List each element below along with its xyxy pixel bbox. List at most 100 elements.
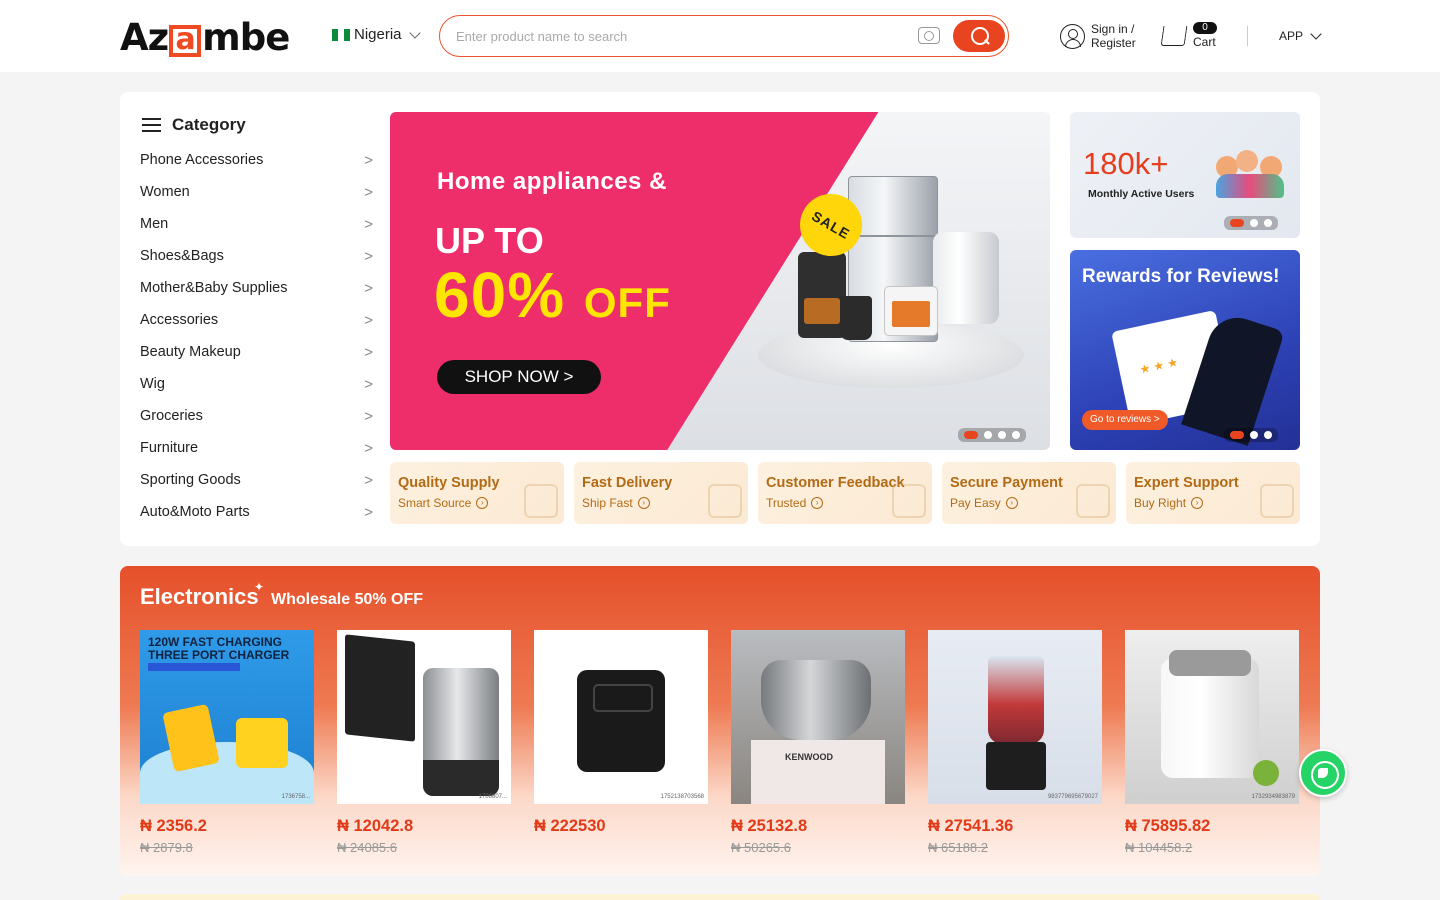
chevron-right-icon: > bbox=[364, 151, 373, 169]
product-card[interactable]: 1706807... ₦ 12042.8 ₦ 24085.6 bbox=[337, 630, 511, 855]
electronics-section: Electronics ✦ Wholesale 50% OFF View all… bbox=[120, 566, 1320, 876]
shop-now-button[interactable]: SHOP NOW > bbox=[437, 360, 601, 394]
users-group-icon bbox=[1216, 150, 1286, 200]
carousel-dot-active[interactable] bbox=[1230, 431, 1244, 439]
chevron-right-icon: > bbox=[364, 503, 373, 521]
product-price: ₦ 2356.2 bbox=[140, 817, 207, 835]
feature-strip: Quality Supply Smart Source › Fast Delive… bbox=[390, 462, 1300, 524]
product-image[interactable]: 1706807... bbox=[337, 630, 511, 804]
category-item[interactable]: Auto&Moto Parts > bbox=[140, 496, 373, 528]
user-icon bbox=[1060, 23, 1085, 49]
whatsapp-icon[interactable] bbox=[1299, 749, 1347, 797]
view-all-link[interactable]: View all > bbox=[1244, 594, 1300, 609]
carousel-dot[interactable] bbox=[1012, 431, 1020, 439]
category-item[interactable]: Shoes&Bags > bbox=[140, 240, 373, 272]
category-header: Category bbox=[142, 115, 246, 135]
product-image[interactable] bbox=[731, 630, 905, 804]
feature-customer-feedback[interactable]: Customer Feedback Trusted › bbox=[758, 462, 932, 524]
product-price: ₦ 75895.82 bbox=[1125, 817, 1211, 835]
logo[interactable]: Az a mbe bbox=[120, 16, 290, 59]
category-item[interactable]: Beauty Makeup > bbox=[140, 336, 373, 368]
active-users-value: 180k+ bbox=[1083, 146, 1169, 181]
carousel-dot[interactable] bbox=[1264, 219, 1272, 227]
sign-in-link[interactable]: Sign in / Register bbox=[1060, 22, 1141, 50]
product-image-title: 120W FAST CHARGING THREE PORT CHARGER bbox=[148, 635, 290, 662]
header-divider bbox=[1247, 26, 1248, 46]
truck-icon bbox=[708, 484, 742, 518]
app-download-menu[interactable]: APP bbox=[1279, 28, 1322, 43]
product-card[interactable]: 983779695679027 ₦ 27541.36 ₦ 65188.2 bbox=[928, 630, 1102, 855]
carousel-dot[interactable] bbox=[1250, 431, 1258, 439]
product-image[interactable]: 983779695679027 bbox=[928, 630, 1102, 804]
section-title: Electronics bbox=[140, 584, 259, 609]
category-item[interactable]: Groceries > bbox=[140, 400, 373, 432]
chevron-down-icon bbox=[1310, 28, 1322, 40]
feature-expert-support[interactable]: Expert Support Buy Right › bbox=[1126, 462, 1300, 524]
rewards-title: Rewards for Reviews! bbox=[1082, 266, 1280, 287]
sparkle-icon: ✦ bbox=[254, 580, 265, 594]
chevron-right-icon: > bbox=[364, 439, 373, 457]
country-selector[interactable]: Nigeria bbox=[332, 26, 421, 43]
country-label: Nigeria bbox=[354, 26, 402, 43]
product-card[interactable]: 1732934983879 ₦ 75895.82 ₦ 104458.2 bbox=[1125, 630, 1299, 855]
product-card[interactable]: 120W FAST CHARGING THREE PORT CHARGER 17… bbox=[140, 630, 314, 855]
nigeria-flag-icon bbox=[332, 28, 350, 41]
carousel-dot[interactable] bbox=[998, 431, 1006, 439]
category-item[interactable]: Mother&Baby Supplies > bbox=[140, 272, 373, 304]
carousel-dot[interactable] bbox=[1250, 219, 1258, 227]
chevron-right-icon: > bbox=[364, 183, 373, 201]
star-icon bbox=[892, 484, 926, 518]
hero-section: Category Phone Accessories > Women > Men > … bbox=[120, 92, 1320, 546]
camera-icon[interactable] bbox=[918, 27, 940, 44]
reviews-carousel-dots[interactable] bbox=[1224, 428, 1278, 442]
chevron-right-circle-icon: › bbox=[811, 497, 824, 509]
feature-secure-payment[interactable]: Secure Payment Pay Easy › bbox=[942, 462, 1116, 524]
chevron-down-icon bbox=[408, 26, 421, 39]
search-button[interactable] bbox=[953, 20, 1005, 52]
shield-check-icon bbox=[1076, 484, 1110, 518]
product-card[interactable]: ₦ 25132.8 ₦ 50265.6 bbox=[731, 630, 905, 855]
category-item[interactable]: Accessories > bbox=[140, 304, 373, 336]
chevron-right-icon: > bbox=[364, 407, 373, 425]
carousel-dot[interactable] bbox=[1264, 431, 1272, 439]
banner-discount: 60% OFF bbox=[434, 258, 671, 332]
site-header: Azambe Nigeria Sign in / Register 0 Cart… bbox=[0, 0, 1440, 72]
feature-quality-supply[interactable]: Quality Supply Smart Source › bbox=[390, 462, 564, 524]
banner-off: OFF bbox=[583, 279, 671, 326]
chevron-right-circle-icon: › bbox=[1005, 497, 1018, 509]
promo-banner[interactable]: SALE Home appliances & UP TO 60% OFF SHO… bbox=[390, 112, 1050, 450]
banner-headline: Home appliances & bbox=[437, 168, 667, 195]
feature-fast-delivery[interactable]: Fast Delivery Ship Fast › bbox=[574, 462, 748, 524]
category-item[interactable]: Women > bbox=[140, 176, 373, 208]
stat-carousel-dots[interactable] bbox=[1224, 216, 1278, 230]
category-item[interactable]: Phone Accessories > bbox=[140, 144, 373, 176]
category-item[interactable]: Furniture > bbox=[140, 432, 373, 464]
product-old-price: ₦ 2879.8 bbox=[140, 840, 193, 855]
product-price: ₦ 27541.36 bbox=[928, 817, 1014, 835]
cart-link[interactable]: 0 Cart bbox=[1160, 22, 1217, 49]
category-heading: Category bbox=[172, 115, 246, 134]
go-to-reviews-button[interactable]: Go to reviews > bbox=[1082, 410, 1168, 430]
active-users-card[interactable]: 180k+ Monthly Active Users bbox=[1070, 112, 1300, 238]
chevron-right-circle-icon: › bbox=[637, 497, 650, 509]
category-list: Phone Accessories > Women > Men > Shoes&Bag… bbox=[140, 144, 373, 528]
product-card[interactable]: 1752138703568 ₦ 222530 bbox=[534, 630, 708, 855]
rewards-for-reviews-card[interactable]: Rewards for Reviews! Go to reviews > bbox=[1070, 250, 1300, 450]
product-image[interactable]: 1752138703568 bbox=[534, 630, 708, 804]
banner-carousel-dots[interactable] bbox=[958, 428, 1026, 442]
category-item[interactable]: Wig > bbox=[140, 368, 373, 400]
product-list: 120W FAST CHARGING THREE PORT CHARGER 17… bbox=[140, 630, 1299, 855]
product-image[interactable]: 1732934983879 bbox=[1125, 630, 1299, 804]
carousel-dot-active[interactable] bbox=[964, 431, 978, 439]
carousel-dot[interactable] bbox=[984, 431, 992, 439]
chevron-right-icon: > bbox=[364, 215, 373, 233]
category-item[interactable]: Sporting Goods > bbox=[140, 464, 373, 496]
chevron-right-icon: > bbox=[364, 471, 373, 489]
product-image[interactable]: 120W FAST CHARGING THREE PORT CHARGER 17… bbox=[140, 630, 314, 804]
product-price: ₦ 222530 bbox=[534, 817, 606, 835]
search-input[interactable] bbox=[456, 26, 896, 46]
category-item[interactable]: Men > bbox=[140, 208, 373, 240]
kettle-image bbox=[840, 296, 872, 340]
app-label: APP bbox=[1279, 29, 1304, 43]
carousel-dot-active[interactable] bbox=[1230, 219, 1244, 227]
